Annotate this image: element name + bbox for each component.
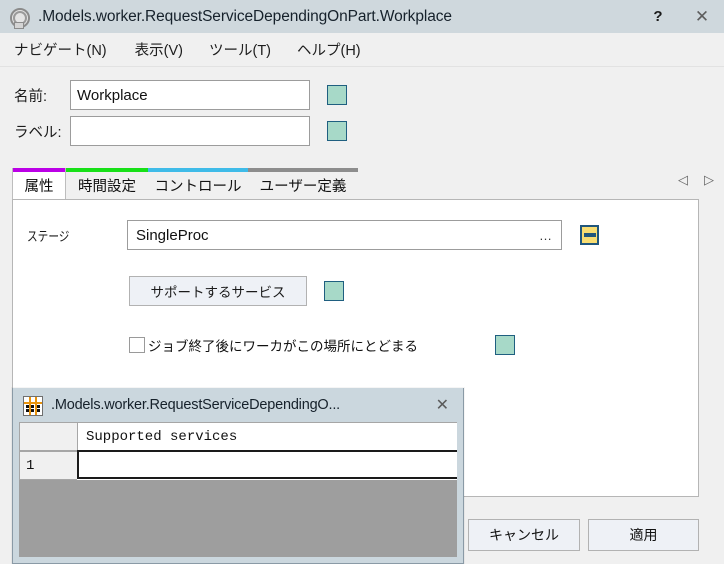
application-window: .Models.worker.RequestServiceDependingOn… — [0, 0, 724, 564]
tab-next-arrow-icon[interactable]: ▷ — [702, 172, 716, 188]
tab-color-bar-attributes — [13, 168, 65, 172]
stage-input[interactable]: SingleProc … — [127, 220, 562, 250]
name-input[interactable]: Workplace — [70, 80, 310, 110]
menu-bar: ナビゲート(N) 表示(V) ツール(T) ヘルプ(H) — [0, 33, 724, 67]
stay-after-job-label: ジョブ終了後にワーカがこの場所にとどまる — [148, 339, 418, 354]
window-title: .Models.worker.RequestServiceDependingOn… — [38, 7, 452, 25]
stage-row: ステージ SingleProc … — [13, 219, 698, 251]
label-status-chip[interactable] — [327, 121, 347, 141]
label-input[interactable] — [70, 116, 310, 146]
stay-after-job-row: ジョブ終了後にワーカがこの場所にとどまる — [13, 332, 698, 358]
subwindow-title-bar: .Models.worker.RequestServiceDependingO.… — [13, 388, 463, 422]
table-row: 1 — [19, 450, 459, 480]
table-grid-icon — [23, 396, 43, 416]
menu-tools[interactable]: ツール(T) — [209, 36, 271, 63]
supported-services-window: .Models.worker.RequestServiceDependingO.… — [12, 388, 464, 564]
label-label: ラベル: — [14, 124, 62, 141]
tab-prev-arrow-icon[interactable]: ◁ — [676, 172, 690, 188]
stage-value: SingleProc — [136, 226, 209, 244]
subwindow-close-icon[interactable]: ✕ — [436, 395, 449, 415]
tab-scroll-arrows: ◁ ▷ — [676, 172, 716, 188]
table-header-row: Supported services — [19, 422, 459, 451]
table-column-supported-services[interactable]: Supported services — [77, 422, 459, 451]
tab-time-settings[interactable]: 時間設定 — [66, 168, 148, 199]
title-bar: .Models.worker.RequestServiceDependingOn… — [0, 0, 724, 33]
subwindow-empty-area — [19, 480, 459, 558]
tab-label-control: コントロール — [154, 179, 242, 195]
tab-strip: 属性 時間設定 コントロール ユーザー定義 ◁ ▷ — [0, 168, 724, 199]
table-cell-supported-service[interactable] — [77, 450, 459, 479]
menu-navigate[interactable]: ナビゲート(N) — [14, 36, 107, 63]
apply-button[interactable]: 適用 — [588, 519, 699, 551]
close-icon[interactable]: ✕ — [680, 0, 724, 33]
tab-color-bar-time-settings — [66, 168, 148, 172]
supported-services-button[interactable]: サポートするサービス — [129, 276, 307, 306]
stage-status-chip[interactable] — [580, 225, 599, 245]
name-status-chip[interactable] — [327, 85, 347, 105]
tab-color-bar-user-defined — [248, 168, 358, 172]
stage-label: ステージ — [27, 228, 70, 244]
stay-after-job-checkbox[interactable] — [129, 337, 145, 353]
window-controls: ? ✕ — [636, 0, 724, 33]
name-label: 名前: — [14, 88, 48, 105]
menu-help[interactable]: ヘルプ(H) — [297, 36, 361, 63]
tab-label-time-settings: 時間設定 — [78, 179, 136, 195]
tab-user-defined[interactable]: ユーザー定義 — [248, 168, 358, 199]
subwindow-title: .Models.worker.RequestServiceDependingO.… — [51, 397, 340, 413]
table-row-index[interactable]: 1 — [19, 451, 77, 480]
tab-label-user-defined: ユーザー定義 — [259, 179, 347, 195]
help-button[interactable]: ? — [636, 0, 680, 33]
table-corner-cell — [19, 422, 77, 451]
stage-browse-icon[interactable]: … — [539, 228, 553, 243]
stay-after-job-chip[interactable] — [495, 335, 515, 355]
tab-color-bar-control — [148, 168, 248, 172]
tab-label-attributes: 属性 — [24, 179, 54, 195]
menu-view[interactable]: 表示(V) — [135, 36, 183, 63]
label-field-row: ラベル: — [0, 115, 724, 147]
supported-services-chip[interactable] — [324, 281, 344, 301]
tab-control[interactable]: コントロール — [148, 168, 248, 199]
name-field-row: 名前: Workplace — [0, 79, 724, 111]
supported-services-table: Supported services 1 — [19, 422, 459, 480]
object-circle-icon — [7, 6, 30, 29]
supported-services-row: サポートするサービス — [13, 276, 698, 306]
tab-attributes[interactable]: 属性 — [12, 168, 66, 199]
cancel-button[interactable]: キャンセル — [468, 519, 580, 551]
